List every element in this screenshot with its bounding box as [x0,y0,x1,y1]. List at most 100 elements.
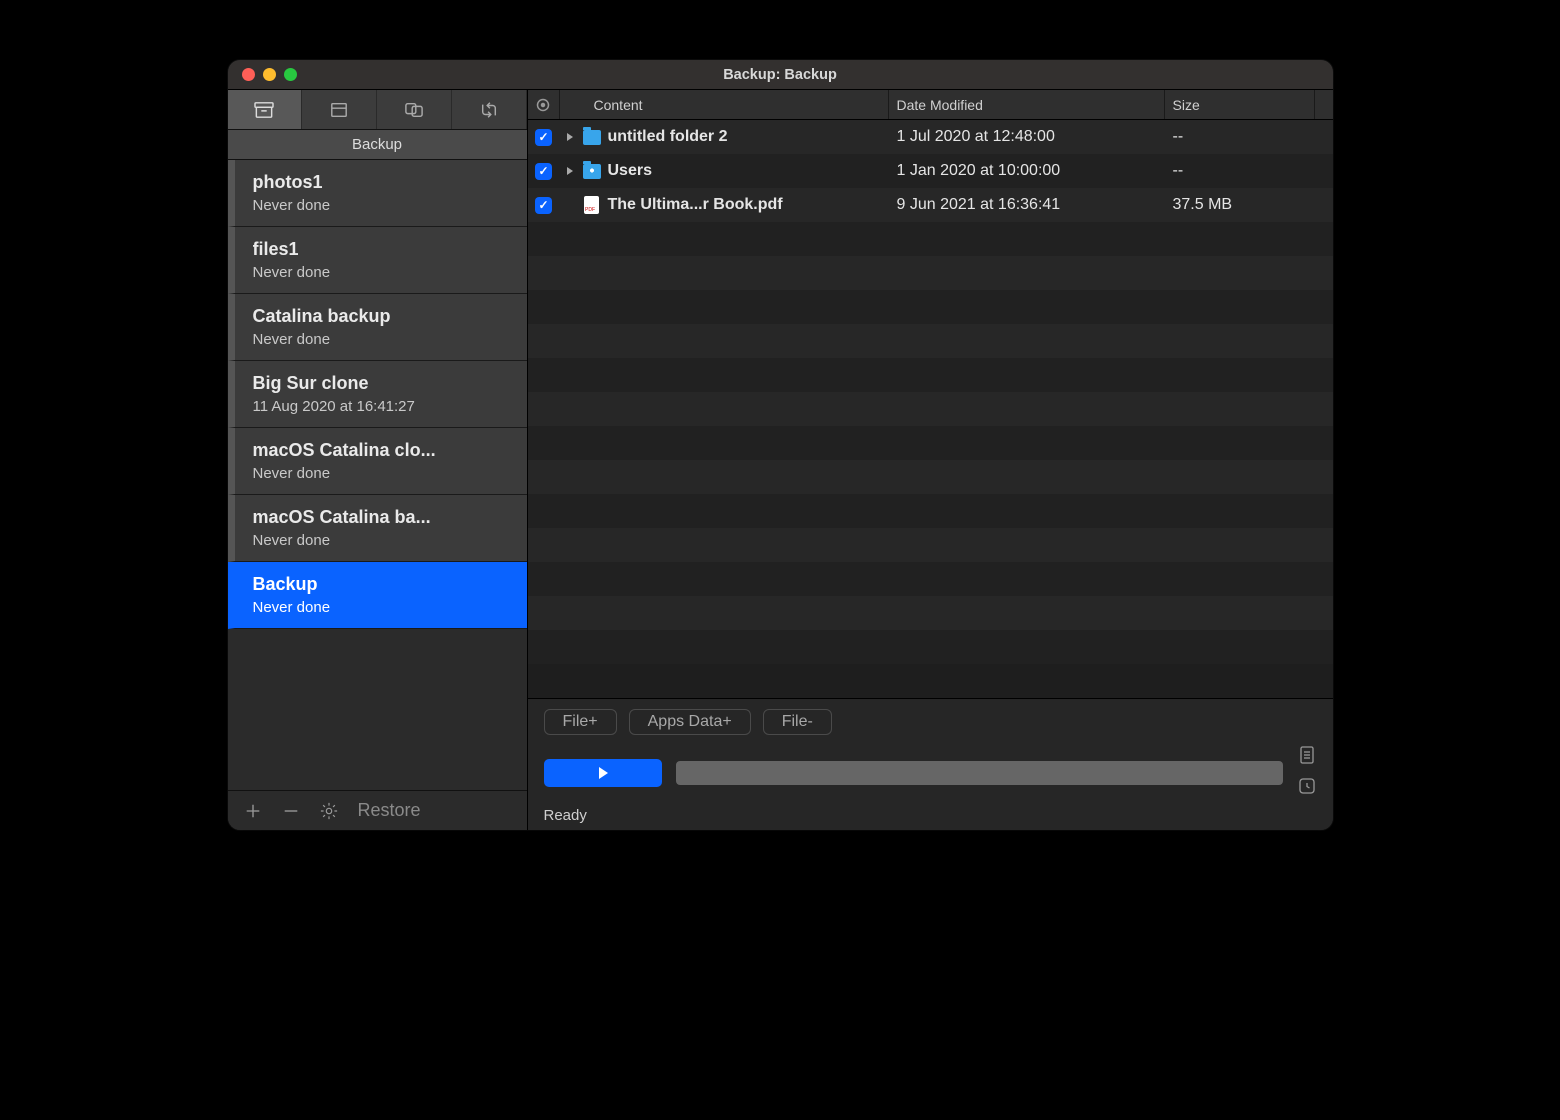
folder-users-icon [583,164,601,179]
column-header-date[interactable]: Date Modified [889,90,1165,119]
view-tab-tasks[interactable] [228,90,303,129]
column-header-size[interactable]: Size [1165,90,1315,119]
row-checkbox[interactable]: ✓ [535,163,552,180]
schedule-button[interactable] [1297,776,1317,801]
task-list: photos1Never donefiles1Never doneCatalin… [228,160,527,790]
column-header: Content Date Modified Size [528,90,1333,120]
disclosure-triangle[interactable] [560,166,580,176]
chevron-right-icon [565,132,575,142]
table-row-empty [528,596,1333,630]
task-name: photos1 [253,172,513,193]
target-icon [536,98,550,112]
task-status: 11 Aug 2020 at 16:41:27 [253,398,513,415]
table-row-empty [528,426,1333,460]
table-row-empty [528,290,1333,324]
task-item[interactable]: files1 Never done [228,227,527,294]
task-item[interactable]: Big Sur clone 11 Aug 2020 at 16:41:27 [228,361,527,428]
row-date: 1 Jul 2020 at 12:48:00 [889,128,1165,146]
task-status: Never done [253,599,513,616]
main-pane: Content Date Modified Size ✓ untitled fol… [528,90,1333,830]
task-name: macOS Catalina clo... [253,440,513,461]
task-name: Catalina backup [253,306,513,327]
plus-icon [244,802,262,820]
titlebar: Backup: Backup [228,60,1333,90]
folder-icon [583,130,601,145]
status-text: Ready [544,807,1317,824]
row-checkbox[interactable]: ✓ [535,129,552,146]
restore-button[interactable]: Restore [358,800,421,821]
table-row-empty [528,528,1333,562]
task-name: files1 [253,239,513,260]
task-status: Never done [253,532,513,549]
task-status: Never done [253,197,513,214]
app-window: Backup: Backup Backup photos1Never donef… [228,60,1333,830]
remove-task-button[interactable] [282,802,300,820]
side-icons [1297,745,1317,801]
table-row-empty [528,630,1333,664]
add-task-button[interactable] [244,802,262,820]
row-date: 9 Jun 2021 at 16:36:41 [889,196,1165,214]
box-icon [328,101,350,119]
minimize-window-button[interactable] [263,68,276,81]
task-item[interactable]: macOS Catalina clo... Never done [228,428,527,495]
file-table: ✓ untitled folder 21 Jul 2020 at 12:48:00… [528,120,1333,698]
close-window-button[interactable] [242,68,255,81]
view-tab-logs[interactable] [302,90,377,129]
task-status: Never done [253,465,513,482]
row-name: Users [604,162,889,180]
clock-icon [1297,776,1317,796]
table-row[interactable]: ✓ untitled folder 21 Jul 2020 at 12:48:00… [528,120,1333,154]
file-pdf-icon [584,196,599,214]
table-row-empty [528,494,1333,528]
row-size: -- [1165,162,1315,180]
row-size: -- [1165,128,1315,146]
task-item[interactable]: macOS Catalina ba... Never done [228,495,527,562]
row-date: 1 Jan 2020 at 10:00:00 [889,162,1165,180]
chevron-right-icon [565,166,575,176]
apps-data-add-button[interactable]: Apps Data+ [629,709,751,735]
task-name: Backup [253,574,513,595]
view-tab-compare[interactable] [377,90,452,129]
sidebar-header: Backup [228,130,527,160]
column-header-content[interactable]: Content [560,90,889,119]
play-icon [596,766,610,780]
disclosure-triangle[interactable] [560,132,580,142]
task-status: Never done [253,331,513,348]
sidebar: Backup photos1 Never done files1 Never done… [228,90,528,830]
task-status: Never done [253,264,513,281]
table-row[interactable]: ✓ Users1 Jan 2020 at 10:00:00-- [528,154,1333,188]
bottom-bar: File+ Apps Data+ File- [528,698,1333,830]
task-name: macOS Catalina ba... [253,507,513,528]
table-row-empty [528,324,1333,358]
table-row-empty [528,256,1333,290]
table-row-empty [528,358,1333,392]
minus-icon [282,802,300,820]
table-row-empty [528,562,1333,596]
table-row-empty [528,222,1333,256]
settings-button[interactable] [320,802,338,820]
task-item[interactable]: photos1 Never done [228,160,527,227]
file-remove-button[interactable]: File- [763,709,832,735]
table-row-empty [528,460,1333,494]
row-name: untitled folder 2 [604,128,889,146]
row-size: 37.5 MB [1165,196,1315,214]
row-name: The Ultima...r Book.pdf [604,196,889,214]
task-item[interactable]: Catalina backup Never done [228,294,527,361]
task-name: Big Sur clone [253,373,513,394]
file-add-button[interactable]: File+ [544,709,617,735]
row-checkbox[interactable]: ✓ [535,197,552,214]
archive-box-icon [253,101,275,119]
task-item[interactable]: Backup Never done [228,562,527,629]
column-header-checkbox[interactable] [528,90,560,119]
sidebar-footer: Restore [228,790,527,830]
overlap-squares-icon [403,101,425,119]
gear-icon [320,802,338,820]
view-tab-sync[interactable] [452,90,527,129]
zoom-window-button[interactable] [284,68,297,81]
table-row[interactable]: ✓ The Ultima...r Book.pdf9 Jun 2021 at 16… [528,188,1333,222]
table-row-empty [528,392,1333,426]
log-button[interactable] [1297,745,1317,770]
document-icon [1297,745,1317,765]
run-button[interactable] [544,759,662,787]
sync-arrows-icon [478,101,500,119]
